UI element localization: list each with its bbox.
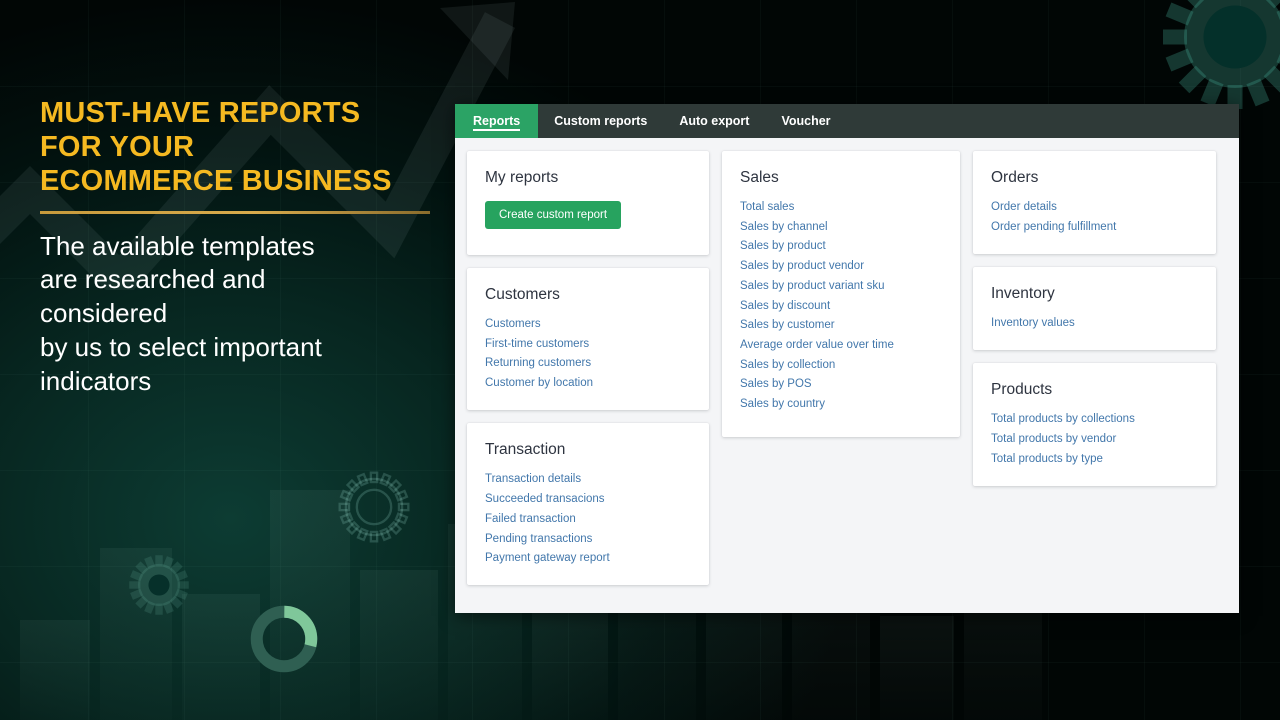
- promo-subtext: The available templates are researched a…: [40, 230, 440, 399]
- subtext-line-1: The available templates: [40, 230, 315, 261]
- headline-line-3: ECOMMERCE BUSINESS: [40, 165, 392, 198]
- sales-link-list: Total sales Sales by channel Sales by pr…: [740, 201, 942, 411]
- transaction-link-list: Transaction details Succeeded transacion…: [485, 473, 691, 565]
- orders-link-list: Order details Order pending fulfillment: [991, 201, 1198, 234]
- link-sales-by-customer[interactable]: Sales by customer: [740, 319, 942, 332]
- link-payment-gateway-report[interactable]: Payment gateway report: [485, 552, 691, 565]
- slide-canvas: MUST-HAVE REPORTS FOR YOUR ECOMMERCE BUS…: [0, 0, 1280, 720]
- card-sales-title: Sales: [740, 169, 779, 186]
- link-average-order-value-over-time[interactable]: Average order value over time: [740, 339, 942, 352]
- link-total-sales[interactable]: Total sales: [740, 201, 942, 214]
- link-failed-transaction[interactable]: Failed transaction: [485, 513, 691, 526]
- card-inventory-title: Inventory: [991, 284, 1055, 302]
- card-my-reports-title: My reports: [485, 169, 559, 186]
- tab-custom-reports[interactable]: Custom reports: [538, 104, 663, 138]
- link-order-details[interactable]: Order details: [991, 201, 1198, 214]
- link-sales-by-country[interactable]: Sales by country: [740, 398, 942, 411]
- reports-board: My reports Create custom report Customer…: [455, 138, 1239, 597]
- link-transaction-details[interactable]: Transaction details: [485, 473, 691, 486]
- card-orders-title: Orders: [991, 169, 1039, 186]
- link-sales-by-product-vendor[interactable]: Sales by product vendor: [740, 260, 942, 273]
- link-customer-by-location[interactable]: Customer by location: [485, 377, 691, 390]
- board-column-right: Orders Order details Order pending fulfi…: [973, 151, 1216, 486]
- link-sales-by-pos[interactable]: Sales by POS: [740, 378, 942, 391]
- card-sales: Sales Total sales Sales by channel Sales…: [722, 151, 960, 438]
- tab-reports-label: Reports: [473, 114, 521, 128]
- tab-auto-export[interactable]: Auto export: [663, 104, 765, 138]
- tab-bar: Reports Custom reports Auto export Vouch…: [455, 104, 1239, 138]
- page-title: MUST-HAVE REPORTS FOR YOUR ECOMMERCE BUS…: [40, 96, 440, 199]
- customers-link-list: Customers First-time customers Returning…: [485, 318, 691, 390]
- board-column-middle: Sales Total sales Sales by channel Sales…: [722, 151, 960, 438]
- products-link-list: Total products by collections Total prod…: [991, 413, 1198, 466]
- card-customers-title: Customers: [485, 286, 560, 303]
- app-window: Reports Custom reports Auto export Vouch…: [455, 104, 1239, 613]
- tab-voucher-label: Voucher: [781, 114, 831, 128]
- subtext-line-4: by us to select important: [40, 332, 322, 363]
- tab-custom-reports-label: Custom reports: [554, 114, 648, 128]
- link-sales-by-discount[interactable]: Sales by discount: [740, 300, 942, 313]
- title-divider: [40, 210, 430, 214]
- card-transaction-title: Transaction: [485, 441, 566, 459]
- link-sales-by-collection[interactable]: Sales by collection: [740, 359, 942, 372]
- headline-line-1: MUST-HAVE REPORTS: [40, 97, 361, 129]
- link-inventory-values[interactable]: Inventory values: [991, 317, 1198, 330]
- headline-line-2: FOR YOUR: [40, 131, 195, 164]
- link-sales-by-product-variant-sku[interactable]: Sales by product variant sku: [740, 280, 942, 293]
- link-total-products-by-vendor[interactable]: Total products by vendor: [991, 433, 1198, 446]
- link-pending-transactions[interactable]: Pending transactions: [485, 533, 691, 546]
- card-customers: Customers Customers First-time customers…: [467, 268, 709, 411]
- tab-auto-export-label: Auto export: [679, 114, 750, 128]
- card-products-title: Products: [991, 381, 1053, 399]
- link-sales-by-product[interactable]: Sales by product: [740, 240, 942, 253]
- link-order-pending-fulfillment[interactable]: Order pending fulfillment: [991, 221, 1198, 234]
- link-total-products-by-collections[interactable]: Total products by collections: [991, 413, 1198, 426]
- link-customers[interactable]: Customers: [485, 318, 691, 331]
- subtext-line-5: indicators: [40, 365, 152, 396]
- promo-copy: MUST-HAVE REPORTS FOR YOUR ECOMMERCE BUS…: [40, 96, 440, 399]
- link-first-time-customers[interactable]: First-time customers: [485, 338, 691, 351]
- card-my-reports: My reports Create custom report: [467, 151, 709, 255]
- inventory-link-list: Inventory values: [991, 317, 1198, 330]
- link-sales-by-channel[interactable]: Sales by channel: [740, 221, 942, 234]
- board-column-left: My reports Create custom report Customer…: [467, 151, 709, 586]
- card-orders: Orders Order details Order pending fulfi…: [973, 151, 1216, 254]
- link-total-products-by-type[interactable]: Total products by type: [991, 453, 1198, 466]
- create-custom-report-button[interactable]: Create custom report: [485, 201, 622, 229]
- link-succeeded-transactions[interactable]: Succeeded transacions: [485, 493, 691, 506]
- card-transaction: Transaction Transaction details Succeede…: [467, 423, 709, 586]
- link-returning-customers[interactable]: Returning customers: [485, 357, 691, 370]
- tab-voucher[interactable]: Voucher: [765, 104, 846, 138]
- subtext-line-3: considered: [40, 298, 168, 329]
- card-products: Products Total products by collections T…: [973, 363, 1216, 486]
- card-inventory: Inventory Inventory values: [973, 266, 1216, 351]
- subtext-line-2: are researched and: [40, 264, 266, 295]
- tab-reports[interactable]: Reports: [455, 104, 539, 138]
